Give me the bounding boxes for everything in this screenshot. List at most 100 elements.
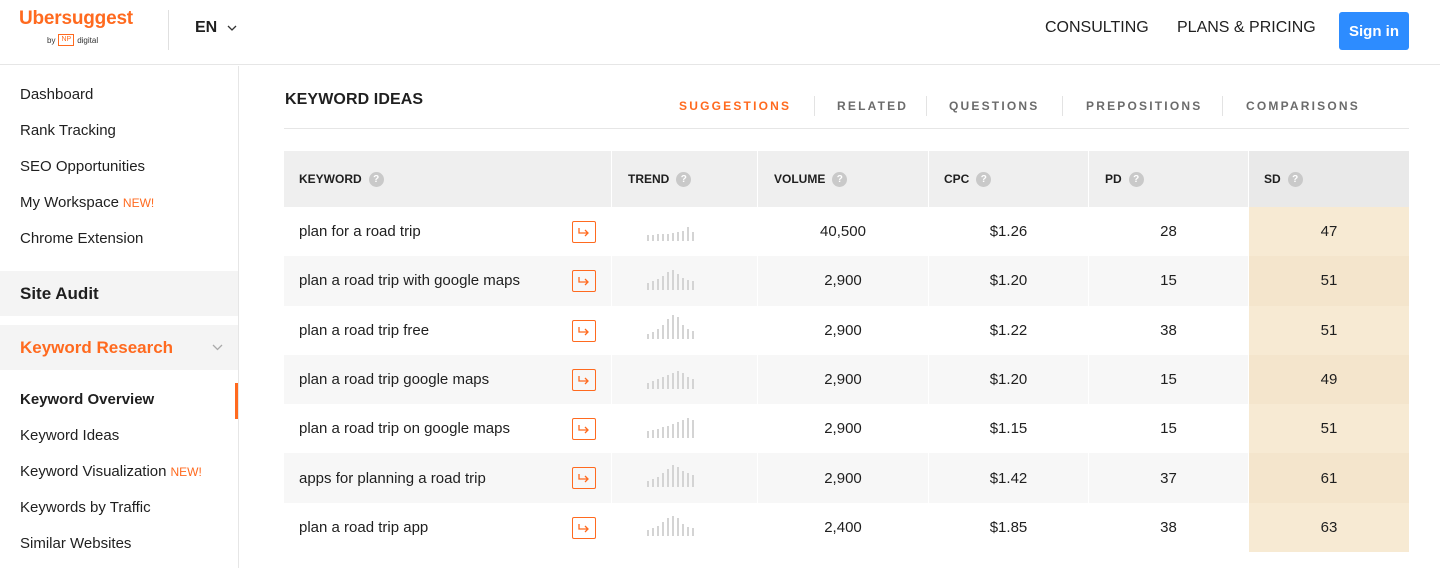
sd-cell: 51 xyxy=(1249,404,1409,454)
open-keyword-icon[interactable] xyxy=(572,467,596,490)
pd-cell: 37 xyxy=(1089,453,1249,503)
help-icon[interactable]: ? xyxy=(1128,171,1144,187)
trend-bar xyxy=(662,376,664,389)
help-icon[interactable]: ? xyxy=(1287,171,1303,187)
trend-bar xyxy=(667,374,669,389)
pd-cell: 15 xyxy=(1089,404,1249,454)
trend-bar xyxy=(667,271,669,290)
trend-bar xyxy=(647,234,649,241)
help-icon[interactable]: ? xyxy=(832,171,848,187)
tab-divider xyxy=(1222,96,1223,116)
trend-bar xyxy=(667,319,669,340)
open-keyword-icon[interactable] xyxy=(572,418,596,441)
arrow-right-icon xyxy=(578,375,589,385)
column-header-pd[interactable]: PD? xyxy=(1089,151,1249,207)
sidebar-section-site-audit[interactable]: Site Audit xyxy=(0,271,238,316)
tab-prepositions[interactable]: PREPOSITIONS xyxy=(1086,99,1202,113)
trend-bar xyxy=(657,378,659,389)
trend-sparkline xyxy=(647,223,694,241)
sidebar-item-rank-tracking[interactable]: Rank Tracking xyxy=(20,122,116,139)
trend-bar xyxy=(677,518,679,537)
help-icon[interactable]: ? xyxy=(368,171,384,187)
tab-related[interactable]: RELATED xyxy=(837,99,908,113)
tab-comparisons[interactable]: COMPARISONS xyxy=(1246,99,1360,113)
open-keyword-icon[interactable] xyxy=(572,319,596,342)
keyword-text[interactable]: apps for planning a road trip xyxy=(299,470,486,487)
column-header-cpc[interactable]: CPC? xyxy=(929,151,1089,207)
table-row: plan a road trip google maps 2,900 $1.20 15… xyxy=(284,354,1409,405)
trend-sparkline xyxy=(647,465,694,488)
tab-questions[interactable]: QUESTIONS xyxy=(949,99,1039,113)
keyword-cell: plan a road trip google maps xyxy=(284,354,612,405)
keyword-text[interactable]: plan a road trip with google maps xyxy=(299,272,520,289)
trend-bar xyxy=(672,315,674,340)
language-selector[interactable]: EN xyxy=(195,19,237,37)
open-keyword-icon[interactable] xyxy=(572,516,596,539)
trend-bar xyxy=(672,465,674,488)
open-keyword-icon[interactable] xyxy=(572,270,596,293)
keyword-text[interactable]: plan a road trip google maps xyxy=(299,371,489,388)
trend-bar xyxy=(682,230,684,241)
help-icon[interactable]: ? xyxy=(976,171,992,187)
trend-bar xyxy=(657,329,659,340)
keyword-text[interactable]: plan a road trip free xyxy=(299,322,429,339)
column-header-keyword[interactable]: KEYWORD? xyxy=(284,151,612,207)
tab-divider xyxy=(814,96,815,116)
sd-cell: 49 xyxy=(1249,354,1409,405)
signin-button[interactable]: Sign in xyxy=(1339,12,1409,50)
trend-bar xyxy=(652,234,654,241)
sidebar-item-my-workspace[interactable]: My Workspace NEW! xyxy=(20,194,154,211)
sidebar-item-keywords-by-traffic[interactable]: Keywords by Traffic xyxy=(20,499,151,516)
sidebar-section-keyword-research[interactable]: Keyword Research xyxy=(0,325,238,370)
page-title: KEYWORD IDEAS xyxy=(285,91,424,108)
sidebar: Dashboard Rank Tracking SEO Opportunitie… xyxy=(0,66,239,568)
trend-bar xyxy=(687,376,689,389)
help-icon[interactable]: ? xyxy=(676,171,692,187)
trend-bar xyxy=(647,282,649,290)
pd-cell: 15 xyxy=(1089,256,1249,306)
cpc-cell: $1.22 xyxy=(929,305,1089,355)
open-keyword-icon[interactable] xyxy=(572,221,596,243)
sidebar-item-seo-opportunities[interactable]: SEO Opportunities xyxy=(20,158,145,175)
logo[interactable]: Ubersuggest by NP digital xyxy=(19,8,149,54)
trend-bar xyxy=(647,334,649,340)
trend-bar xyxy=(647,382,649,389)
trend-bar xyxy=(692,331,694,340)
open-keyword-icon[interactable] xyxy=(572,368,596,391)
trend-bar xyxy=(667,518,669,537)
sidebar-item-keyword-visualization[interactable]: Keyword Visualization NEW! xyxy=(20,463,202,480)
sidebar-item-similar-websites[interactable]: Similar Websites xyxy=(20,535,131,552)
sd-cell: 51 xyxy=(1249,305,1409,355)
table-row: plan a road trip app 2,400 $1.85 38 63 xyxy=(284,502,1409,553)
trend-bar xyxy=(687,417,689,438)
nav-consulting[interactable]: CONSULTING xyxy=(1045,19,1149,37)
column-header-sd[interactable]: SD? xyxy=(1249,151,1409,207)
keyword-text[interactable]: plan a road trip on google maps xyxy=(299,420,510,437)
cpc-cell: $1.26 xyxy=(929,207,1089,257)
keyword-text[interactable]: plan for a road trip xyxy=(299,223,421,240)
sidebar-item-keyword-ideas[interactable]: Keyword Ideas xyxy=(20,427,119,444)
trend-bar xyxy=(677,370,679,389)
trend-bar xyxy=(657,233,659,241)
trend-bar xyxy=(667,469,669,488)
column-header-volume[interactable]: VOLUME? xyxy=(758,151,929,207)
cpc-cell: $1.85 xyxy=(929,502,1089,553)
column-header-trend[interactable]: TREND? xyxy=(612,151,758,207)
pd-cell: 28 xyxy=(1089,207,1249,257)
arrow-right-icon xyxy=(578,523,589,533)
trend-bar xyxy=(667,233,669,241)
keyword-text[interactable]: plan a road trip app xyxy=(299,519,428,536)
trend-bar xyxy=(692,475,694,488)
pd-cell: 15 xyxy=(1089,354,1249,405)
sidebar-item-chrome-extension[interactable]: Chrome Extension xyxy=(20,230,143,247)
trend-bar xyxy=(682,372,684,389)
sidebar-item-keyword-overview[interactable]: Keyword Overview xyxy=(20,391,154,408)
nav-plans-pricing[interactable]: PLANS & PRICING xyxy=(1177,19,1316,37)
trend-bar xyxy=(677,273,679,290)
trend-bar xyxy=(652,528,654,537)
chevron-down-icon xyxy=(212,344,223,351)
tab-suggestions[interactable]: SUGGESTIONS xyxy=(679,99,791,113)
sidebar-item-dashboard[interactable]: Dashboard xyxy=(20,86,93,103)
trend-bar xyxy=(687,329,689,340)
trend-bar xyxy=(682,524,684,537)
